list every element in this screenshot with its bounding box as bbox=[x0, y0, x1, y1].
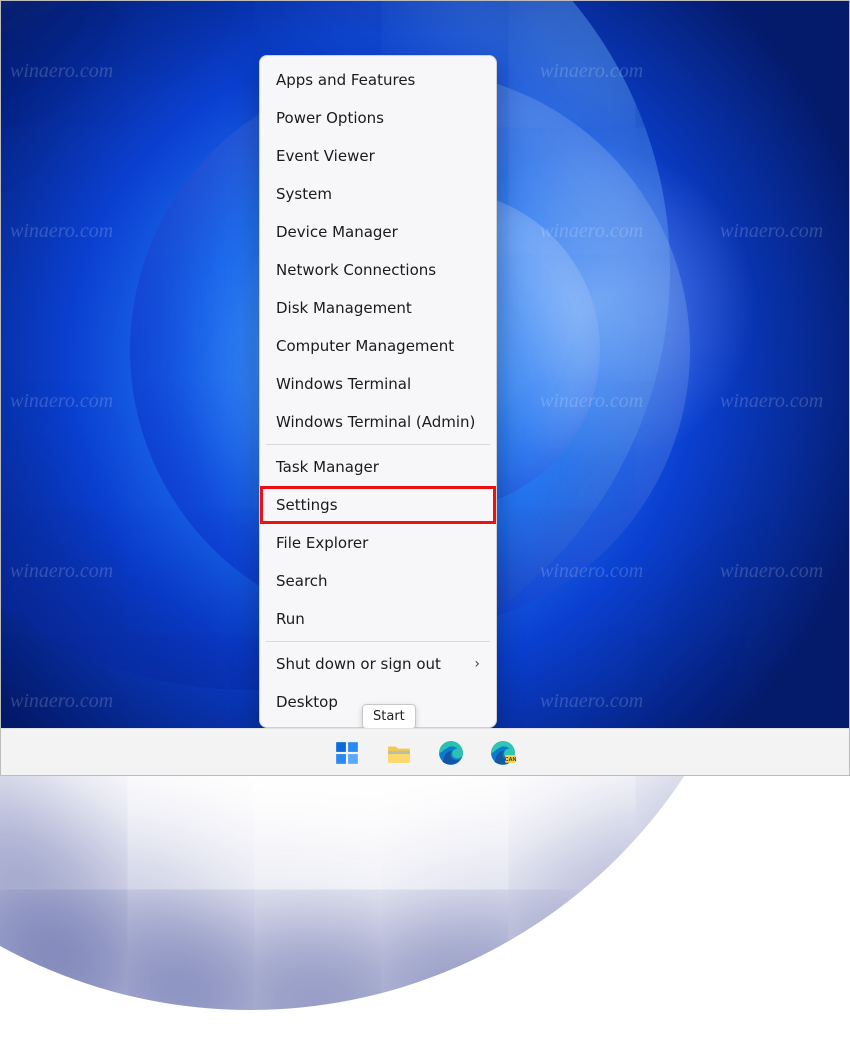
menu-item-search[interactable]: Search bbox=[260, 562, 496, 600]
menu-item-system[interactable]: System bbox=[260, 175, 496, 213]
winx-menu: Apps and Features Power Options Event Vi… bbox=[259, 55, 497, 728]
menu-item-label: Search bbox=[276, 572, 328, 590]
taskbar-start-button[interactable] bbox=[327, 733, 367, 773]
menu-item-label: Settings bbox=[276, 496, 338, 514]
menu-item-label: Computer Management bbox=[276, 337, 454, 355]
edge-canary-icon: CAN bbox=[490, 740, 516, 766]
taskbar-file-explorer-button[interactable] bbox=[379, 733, 419, 773]
menu-item-label: Power Options bbox=[276, 109, 384, 127]
taskbar: CAN bbox=[0, 728, 850, 776]
menu-item-apps-and-features[interactable]: Apps and Features bbox=[260, 61, 496, 99]
menu-item-settings[interactable]: Settings bbox=[260, 486, 496, 524]
menu-item-computer-management[interactable]: Computer Management bbox=[260, 327, 496, 365]
menu-item-label: Windows Terminal (Admin) bbox=[276, 413, 475, 431]
windows-logo-icon bbox=[334, 740, 360, 766]
menu-item-disk-management[interactable]: Disk Management bbox=[260, 289, 496, 327]
menu-item-device-manager[interactable]: Device Manager bbox=[260, 213, 496, 251]
menu-item-event-viewer[interactable]: Event Viewer bbox=[260, 137, 496, 175]
menu-item-label: Disk Management bbox=[276, 299, 412, 317]
menu-separator bbox=[266, 444, 490, 445]
menu-item-file-explorer[interactable]: File Explorer bbox=[260, 524, 496, 562]
file-explorer-icon bbox=[386, 740, 412, 766]
menu-item-label: Windows Terminal bbox=[276, 375, 411, 393]
edge-icon bbox=[438, 740, 464, 766]
menu-item-label: Apps and Features bbox=[276, 71, 415, 89]
menu-item-windows-terminal-admin[interactable]: Windows Terminal (Admin) bbox=[260, 403, 496, 441]
taskbar-edge-button[interactable] bbox=[431, 733, 471, 773]
menu-item-label: Task Manager bbox=[276, 458, 379, 476]
menu-item-label: Shut down or sign out bbox=[276, 655, 441, 673]
menu-item-task-manager[interactable]: Task Manager bbox=[260, 448, 496, 486]
menu-item-label: Device Manager bbox=[276, 223, 398, 241]
menu-separator bbox=[266, 641, 490, 642]
chevron-right-icon: › bbox=[474, 656, 480, 672]
taskbar-edge-canary-button[interactable]: CAN bbox=[483, 733, 523, 773]
menu-item-run[interactable]: Run bbox=[260, 600, 496, 638]
menu-item-label: File Explorer bbox=[276, 534, 368, 552]
menu-item-network-connections[interactable]: Network Connections bbox=[260, 251, 496, 289]
menu-item-label: Event Viewer bbox=[276, 147, 375, 165]
menu-item-label: Run bbox=[276, 610, 305, 628]
menu-item-shut-down-or-sign-out[interactable]: Shut down or sign out › bbox=[260, 645, 496, 683]
menu-item-label: Network Connections bbox=[276, 261, 436, 279]
menu-item-windows-terminal[interactable]: Windows Terminal bbox=[260, 365, 496, 403]
menu-item-desktop[interactable]: Desktop bbox=[260, 683, 496, 721]
menu-item-label: System bbox=[276, 185, 332, 203]
menu-item-label: Desktop bbox=[276, 693, 338, 711]
menu-item-power-options[interactable]: Power Options bbox=[260, 99, 496, 137]
svg-text:CAN: CAN bbox=[505, 757, 516, 763]
